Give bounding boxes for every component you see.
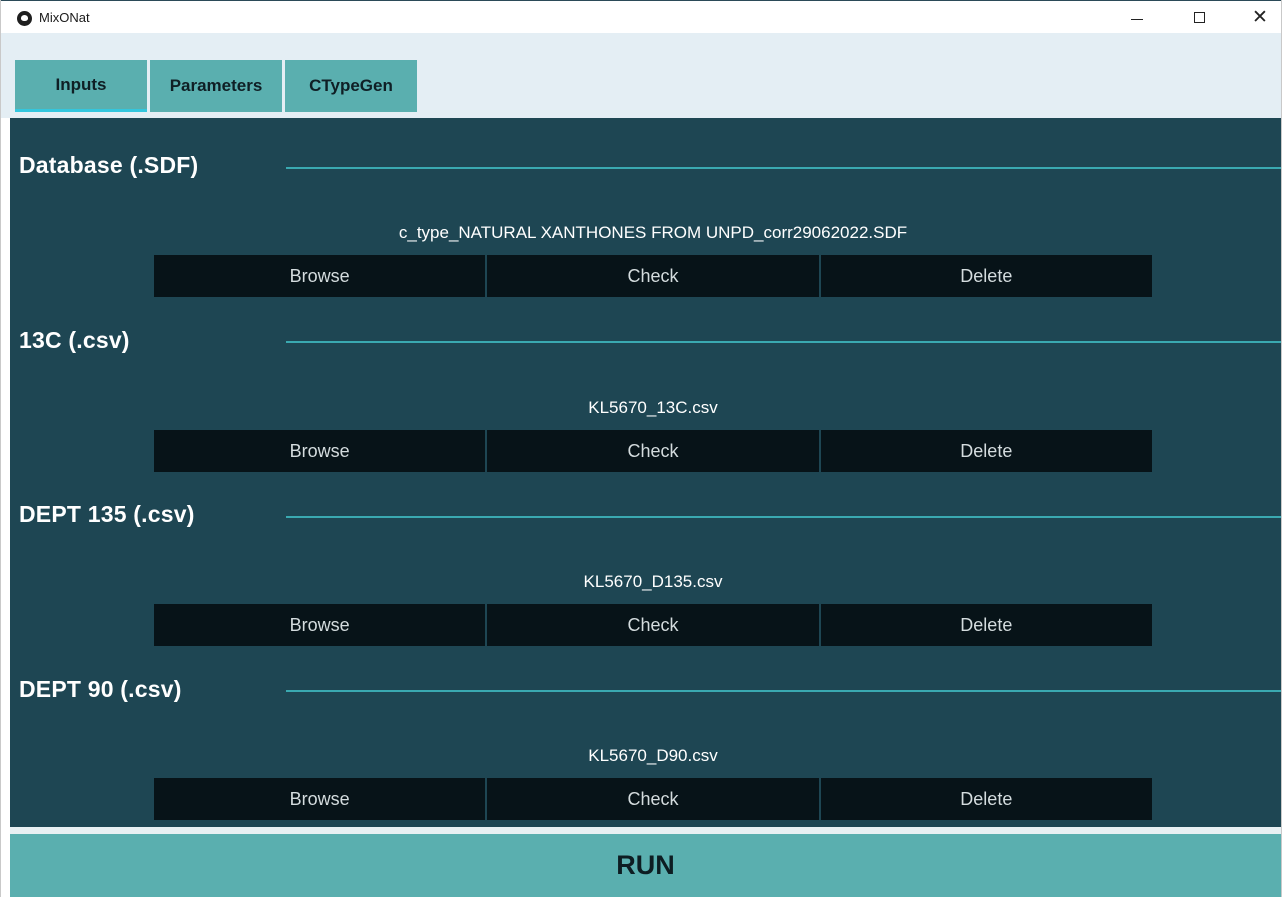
section-divider	[286, 690, 1281, 692]
tab-inputs[interactable]: Inputs	[15, 60, 147, 112]
dept90-browse-button[interactable]: Browse	[154, 778, 486, 820]
database-delete-button[interactable]: Delete	[818, 255, 1152, 297]
close-icon: ✕	[1252, 6, 1268, 28]
c13-check-button[interactable]: Check	[485, 430, 819, 472]
inputs-panel: Database (.SDF) c_type_NATURAL XANTHONES…	[10, 118, 1281, 827]
dept90-section-title: DEPT 90 (.csv)	[19, 676, 182, 702]
c13-browse-button[interactable]: Browse	[154, 430, 486, 472]
database-browse-button[interactable]: Browse	[154, 255, 486, 297]
database-file-name: c_type_NATURAL XANTHONES FROM UNPD_corr2…	[398, 223, 908, 242]
dept135-button-row: Browse Check Delete	[154, 604, 1152, 646]
section-divider	[286, 516, 1281, 518]
c13-section-title: 13C (.csv)	[19, 327, 130, 353]
database-check-button[interactable]: Check	[485, 255, 819, 297]
tab-bar: Inputs Parameters CTypeGen	[1, 33, 1281, 118]
c13-button-row: Browse Check Delete	[154, 430, 1152, 472]
tab-ctypegen[interactable]: CTypeGen	[285, 60, 417, 112]
minimize-button[interactable]	[1114, 1, 1160, 34]
c13-delete-button[interactable]: Delete	[818, 430, 1152, 472]
app-window: MixONat ✕ Inputs Parameters CTypeGen Dat…	[0, 0, 1282, 897]
app-logo-icon	[17, 11, 32, 26]
close-button[interactable]: ✕	[1237, 1, 1282, 34]
dept135-browse-button[interactable]: Browse	[154, 604, 486, 646]
section-divider	[286, 167, 1281, 169]
tab-parameters[interactable]: Parameters	[150, 60, 282, 112]
dept135-section-title: DEPT 135 (.csv)	[19, 501, 195, 527]
c13-file-name: KL5670_13C.csv	[588, 398, 718, 417]
dept90-check-button[interactable]: Check	[485, 778, 819, 820]
section-divider	[286, 341, 1281, 343]
panel-divider	[10, 827, 1281, 834]
dept135-file-name: KL5670_D135.csv	[583, 572, 723, 591]
dept135-delete-button[interactable]: Delete	[818, 604, 1152, 646]
dept90-button-row: Browse Check Delete	[154, 778, 1152, 820]
maximize-icon	[1193, 12, 1205, 23]
dept90-file-name: KL5670_D90.csv	[588, 746, 718, 765]
title-bar: MixONat ✕	[1, 0, 1281, 33]
dept90-delete-button[interactable]: Delete	[818, 778, 1152, 820]
run-button[interactable]: RUN	[10, 834, 1281, 897]
database-section-title: Database (.SDF)	[19, 152, 199, 178]
minimize-icon	[1131, 19, 1143, 20]
window-title: MixONat	[39, 10, 90, 25]
maximize-button[interactable]	[1176, 1, 1222, 34]
dept135-check-button[interactable]: Check	[485, 604, 819, 646]
database-button-row: Browse Check Delete	[154, 255, 1152, 297]
